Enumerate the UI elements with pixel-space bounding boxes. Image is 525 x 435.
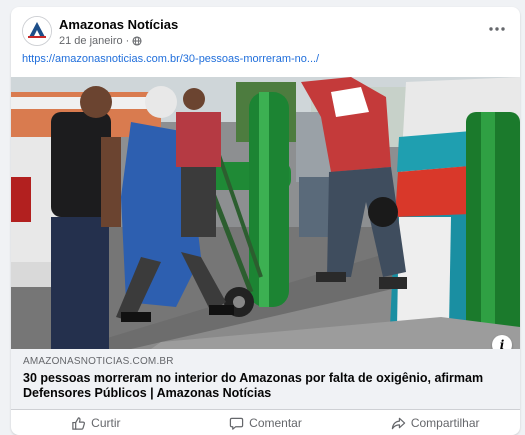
preview-title: 30 pessoas morreram no interior do Amazo…	[23, 371, 484, 400]
share-label: Compartilhar	[410, 416, 480, 430]
preview-domain: AMAZONASNOTICIAS.COM.BR	[23, 356, 174, 367]
comment-icon	[229, 417, 244, 430]
share-icon	[391, 417, 406, 429]
post-link[interactable]: https://amazonasnoticias.com.br/30-pesso…	[22, 53, 319, 65]
more-horizontal-icon	[489, 27, 505, 31]
post-header: Amazonas Notícias 21 de janeiro ·	[22, 16, 510, 56]
page-avatar[interactable]	[22, 16, 52, 46]
post-card: Amazonas Notícias 21 de janeiro · https:…	[11, 7, 520, 435]
link-preview[interactable]: AMAZONASNOTICIAS.COM.BR 30 pessoas morre…	[11, 349, 520, 409]
post-meta: 21 de janeiro ·	[59, 35, 142, 47]
thumbs-up-icon	[72, 416, 86, 430]
like-label: Curtir	[91, 416, 121, 430]
like-button[interactable]: Curtir	[11, 410, 181, 435]
article-photo-image	[11, 77, 520, 349]
share-button[interactable]: Compartilhar	[350, 410, 520, 435]
comment-label: Comentar	[249, 416, 302, 430]
post-date[interactable]: 21 de janeiro	[59, 35, 123, 47]
globe-icon	[132, 36, 142, 46]
more-options-button[interactable]	[486, 20, 508, 38]
meta-separator: ·	[125, 35, 130, 47]
comment-button[interactable]: Comentar	[181, 410, 351, 435]
post-actions: Curtir Comentar Compartilhar	[11, 409, 520, 435]
article-photo[interactable]	[11, 77, 520, 349]
page-logo-icon	[23, 17, 51, 45]
page-name[interactable]: Amazonas Notícias	[59, 17, 178, 32]
